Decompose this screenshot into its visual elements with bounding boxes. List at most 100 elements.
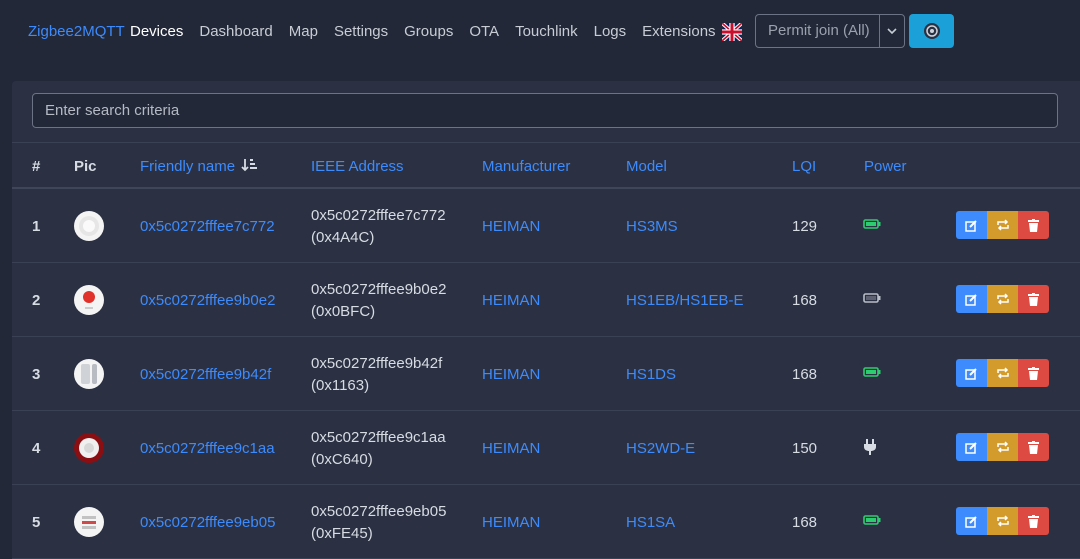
nav-dashboard[interactable]: Dashboard [199, 23, 272, 40]
remove-button[interactable] [1018, 211, 1049, 239]
edit-button[interactable] [956, 285, 987, 313]
battery-full-icon [863, 365, 881, 382]
zigbee-button[interactable] [909, 14, 954, 48]
model-link[interactable]: HS1SA [626, 514, 675, 531]
permit-join-label[interactable]: Permit join (All) [756, 15, 879, 47]
nav-map[interactable]: Map [289, 23, 318, 40]
remove-button[interactable] [1018, 507, 1049, 535]
friendly-name-link[interactable]: 0x5c0272fffee7c772 [140, 218, 275, 235]
nav-devices[interactable]: Devices [130, 23, 183, 40]
search-input[interactable] [32, 93, 1058, 128]
col-power[interactable]: Power [864, 158, 907, 175]
rename-button[interactable] [987, 433, 1018, 461]
nav-touchlink[interactable]: Touchlink [515, 23, 578, 40]
nav-extensions[interactable]: Extensions [642, 23, 715, 40]
manufacturer-link[interactable]: HEIMAN [482, 366, 540, 383]
brand-link[interactable]: Zigbee2MQTT [28, 23, 125, 40]
devices-card: # Pic Friendly name IEEE Address Manufac… [12, 81, 1080, 559]
siren-icon[interactable] [74, 433, 104, 463]
edit-icon [965, 219, 978, 232]
ieee-value: 0x5c0272fffee9b0e2 [311, 281, 447, 298]
edit-icon [965, 515, 978, 528]
ieee-value: 0x5c0272fffee9eb05 [311, 503, 447, 520]
motion-sensor-icon[interactable] [74, 211, 104, 241]
battery-full-icon [863, 217, 881, 234]
trash-icon [1028, 292, 1039, 306]
ieee-address: 0x5c0272fffee9eb05 (0xFE45) [311, 501, 446, 545]
col-ieee[interactable]: IEEE Address [311, 158, 404, 175]
col-model[interactable]: Model [626, 158, 667, 175]
nav-links: Devices Dashboard Map Settings Groups OT… [130, 23, 732, 40]
manufacturer-link[interactable]: HEIMAN [482, 440, 540, 457]
ieee-address: 0x5c0272fffee9c1aa (0xC640) [311, 427, 446, 471]
remove-button[interactable] [1018, 359, 1049, 387]
rename-icon [996, 441, 1010, 453]
col-friendly-name-label[interactable]: Friendly name [140, 158, 235, 175]
ieee-address: 0x5c0272fffee9b42f (0x1163) [311, 353, 442, 397]
permit-join-dropdown[interactable]: Permit join (All) [755, 14, 905, 48]
lqi-value: 168 [792, 514, 818, 531]
nav-ota[interactable]: OTA [469, 23, 499, 40]
col-manufacturer[interactable]: Manufacturer [482, 158, 570, 175]
plug-icon [863, 439, 877, 459]
friendly-name-link[interactable]: 0x5c0272fffee9eb05 [140, 514, 275, 531]
edit-button[interactable] [956, 433, 987, 461]
nwk-address: (0x4A4C) [311, 229, 375, 246]
edit-icon [965, 293, 978, 306]
remove-button[interactable] [1018, 433, 1049, 461]
trash-icon [1028, 440, 1039, 454]
friendly-name-link[interactable]: 0x5c0272fffee9c1aa [140, 440, 275, 457]
col-friendly-name[interactable]: Friendly name [140, 158, 259, 175]
battery-full-icon [863, 513, 881, 530]
rename-icon [996, 367, 1010, 379]
col-index: # [32, 158, 41, 175]
navbar: Zigbee2MQTT Devices Dashboard Map Settin… [0, 0, 1080, 64]
ieee-value: 0x5c0272fffee9c1aa [311, 429, 446, 446]
row-actions [956, 211, 1049, 239]
edit-icon [965, 367, 978, 380]
edit-button[interactable] [956, 507, 987, 535]
model-link[interactable]: HS1DS [626, 366, 676, 383]
chevron-down-icon[interactable] [879, 15, 904, 47]
ieee-value: 0x5c0272fffee9b42f [311, 355, 443, 372]
model-link[interactable]: HS3MS [626, 218, 678, 235]
rename-button[interactable] [987, 211, 1018, 239]
table-row: 2 0x5c0272fffee9b0e2 0x5c0272fffee9b0e2 (0x… [12, 263, 1080, 337]
zigbee-icon [923, 23, 940, 39]
ieee-address: 0x5c0272fffee9b0e2 (0x0BFC) [311, 279, 446, 323]
manufacturer-link[interactable]: HEIMAN [482, 514, 540, 531]
remove-button[interactable] [1018, 285, 1049, 313]
row-index: 4 [32, 440, 41, 457]
battery-empty-icon [863, 291, 881, 308]
rename-button[interactable] [987, 285, 1018, 313]
rename-icon [996, 219, 1010, 231]
uk-flag-icon[interactable] [722, 23, 742, 41]
nav-settings[interactable]: Settings [334, 23, 388, 40]
smoke-detector-icon[interactable] [74, 507, 104, 537]
nav-logs[interactable]: Logs [594, 23, 627, 40]
row-index: 5 [32, 514, 41, 531]
lqi-value: 168 [792, 366, 818, 383]
row-index: 1 [32, 218, 41, 235]
emergency-button-icon[interactable] [74, 285, 104, 315]
model-link[interactable]: HS1EB/HS1EB-E [626, 292, 744, 309]
manufacturer-link[interactable]: HEIMAN [482, 218, 540, 235]
nav-groups[interactable]: Groups [404, 23, 453, 40]
row-actions [956, 507, 1049, 535]
col-lqi[interactable]: LQI [792, 158, 816, 175]
nwk-address: (0x1163) [311, 377, 370, 394]
table-row: 4 0x5c0272fffee9c1aa 0x5c0272fffee9c1aa (0x… [12, 411, 1080, 485]
friendly-name-link[interactable]: 0x5c0272fffee9b42f [140, 366, 271, 383]
lqi-value: 129 [792, 218, 818, 235]
model-link[interactable]: HS2WD-E [626, 440, 695, 457]
rename-button[interactable] [987, 359, 1018, 387]
rename-icon [996, 293, 1010, 305]
friendly-name-link[interactable]: 0x5c0272fffee9b0e2 [140, 292, 275, 309]
table-header: # Pic Friendly name IEEE Address Manufac… [12, 142, 1080, 189]
door-sensor-icon[interactable] [74, 359, 104, 389]
manufacturer-link[interactable]: HEIMAN [482, 292, 540, 309]
rename-button[interactable] [987, 507, 1018, 535]
sort-amount-down-icon[interactable] [241, 158, 259, 172]
edit-button[interactable] [956, 211, 987, 239]
edit-button[interactable] [956, 359, 987, 387]
